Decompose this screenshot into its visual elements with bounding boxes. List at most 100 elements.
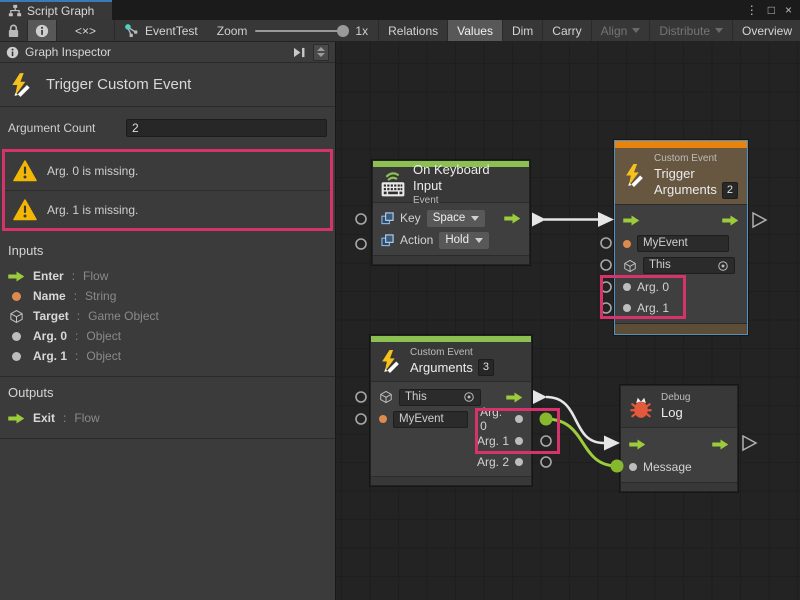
target-field[interactable]: This	[643, 257, 735, 274]
chevron-down-icon	[715, 28, 723, 33]
flow-arrow-icon	[8, 271, 25, 282]
chevron-down-icon	[475, 238, 483, 243]
maximize-icon[interactable]: □	[768, 3, 775, 17]
inspector-header: Graph Inspector	[0, 42, 335, 63]
node-subtitle: Event	[413, 195, 522, 208]
port-row-target: Target:Game Object	[8, 306, 327, 326]
flow-out-arrow-icon[interactable]	[506, 392, 523, 403]
graph-inspector-panel: Graph Inspector Trigger Custom Event Arg…	[0, 42, 336, 600]
string-port-icon[interactable]	[623, 240, 631, 248]
node-title-line1: Trigger	[654, 166, 738, 182]
wire-arg0-to-message	[540, 413, 624, 473]
port-row-arg1: Arg. 1:Object	[8, 346, 327, 366]
argument-count-row: Argument Count	[0, 107, 335, 149]
object-port-icon	[12, 332, 21, 341]
flow-out-arrow-icon[interactable]	[504, 213, 521, 224]
object-port-icon[interactable]	[515, 458, 523, 466]
object-port-icon[interactable]	[623, 304, 631, 312]
port-circle	[356, 214, 366, 224]
wire-args-to-debug	[533, 390, 620, 451]
relations-button[interactable]: Relations	[378, 20, 448, 41]
port-circle	[601, 303, 611, 313]
zoom-slider[interactable]	[255, 30, 347, 32]
target-field[interactable]: This	[399, 389, 481, 406]
object-port-icon	[12, 352, 21, 361]
dock-sidebar-icon[interactable]	[292, 47, 307, 58]
node-on-keyboard-input[interactable]: On Keyboard Input Event Key Space Acti	[372, 160, 530, 265]
custom-event-icon	[622, 163, 647, 188]
node-custom-event-arguments[interactable]: Custom Event Arguments 3 This MyEvent	[370, 335, 532, 486]
overview-button[interactable]: Overview	[733, 20, 800, 41]
dropdown-port-icon	[381, 212, 394, 225]
node-footer	[373, 255, 529, 264]
zoom-value: 1x	[355, 24, 368, 38]
port-circle	[601, 282, 611, 292]
flow-in-arrow-icon[interactable]	[623, 215, 640, 226]
object-port-icon[interactable]	[629, 463, 637, 471]
align-dropdown[interactable]: Align	[592, 20, 651, 41]
node-title: Arguments	[410, 360, 473, 376]
port-row-name: Name:String	[8, 286, 327, 306]
inputs-section: Inputs Enter:Flow Name:String Target:Gam…	[0, 235, 335, 377]
distribute-dropdown[interactable]: Distribute	[650, 20, 733, 41]
port-label: Key	[400, 211, 421, 225]
port-label: Arg. 0	[637, 280, 669, 294]
key-dropdown[interactable]: Space	[427, 210, 486, 227]
tab-script-graph[interactable]: Script Graph	[0, 0, 112, 20]
game-object-cube-icon[interactable]	[379, 390, 393, 404]
object-port-icon[interactable]	[515, 415, 523, 423]
port-circle	[356, 392, 366, 402]
node-kicker: Debug	[661, 392, 690, 405]
game-object-cube-icon[interactable]	[623, 259, 637, 273]
values-button[interactable]: Values	[448, 20, 503, 41]
bug-icon	[628, 394, 654, 420]
outputs-section: Outputs Exit:Flow	[0, 377, 335, 439]
selected-unit-header: Trigger Custom Event	[0, 63, 335, 107]
object-port-icon[interactable]	[515, 437, 523, 445]
csharp-preview-button[interactable]: <×>	[57, 20, 115, 41]
unit-title-text: Trigger Custom Event	[46, 76, 191, 93]
event-name-field[interactable]: MyEvent	[637, 235, 729, 252]
event-name-field[interactable]: MyEvent	[393, 411, 468, 428]
port-circle	[356, 414, 366, 424]
node-footer	[371, 476, 531, 485]
action-dropdown[interactable]: Hold	[439, 232, 489, 249]
flow-out-arrow-icon[interactable]	[712, 439, 729, 450]
port-circle	[601, 260, 611, 270]
node-trigger-custom-event[interactable]: Custom Event Trigger Arguments2 MyEvent	[614, 140, 748, 335]
lock-button[interactable]	[0, 20, 28, 41]
port-row-exit: Exit:Flow	[8, 408, 327, 428]
down-arrow-icon	[317, 53, 325, 57]
string-port-icon[interactable]	[379, 415, 387, 423]
zoom-slider-knob[interactable]	[337, 25, 349, 37]
node-title: On Keyboard Input	[413, 162, 522, 195]
graph-breadcrumb[interactable]: EventTest	[115, 20, 207, 41]
object-port-icon[interactable]	[623, 283, 631, 291]
warning-text: Arg. 1 is missing.	[47, 203, 138, 217]
inspector-toggle-button[interactable]	[28, 20, 57, 41]
panel-cycle-control[interactable]	[313, 44, 329, 61]
zoom-control: Zoom 1x	[207, 20, 378, 41]
window-menu-icon[interactable]: ⋮	[746, 3, 758, 17]
chevron-down-icon	[632, 28, 640, 33]
argument-count-badge: 3	[478, 359, 494, 376]
argument-count-label: Argument Count	[8, 121, 118, 135]
object-picker-icon[interactable]	[463, 391, 475, 403]
graph-tree-icon	[8, 4, 22, 18]
argument-count-input[interactable]	[126, 119, 327, 137]
flow-out-arrow-icon[interactable]	[722, 215, 739, 226]
dropdown-port-icon	[381, 234, 394, 247]
carry-button[interactable]: Carry	[543, 20, 591, 41]
close-icon[interactable]: ×	[785, 3, 792, 17]
inputs-header: Inputs	[8, 243, 327, 258]
node-kicker: Custom Event	[410, 347, 494, 360]
graph-canvas[interactable]: On Keyboard Input Event Key Space Acti	[336, 42, 800, 600]
flow-in-arrow-icon[interactable]	[629, 439, 646, 450]
graph-name-label: EventTest	[145, 24, 198, 38]
info-icon	[6, 46, 19, 59]
port-label: Message	[643, 460, 692, 474]
flow-out-triangle	[753, 213, 766, 227]
dim-button[interactable]: Dim	[503, 20, 543, 41]
node-debug-log[interactable]: Debug Log Message	[620, 385, 738, 492]
object-picker-icon[interactable]	[717, 260, 729, 272]
